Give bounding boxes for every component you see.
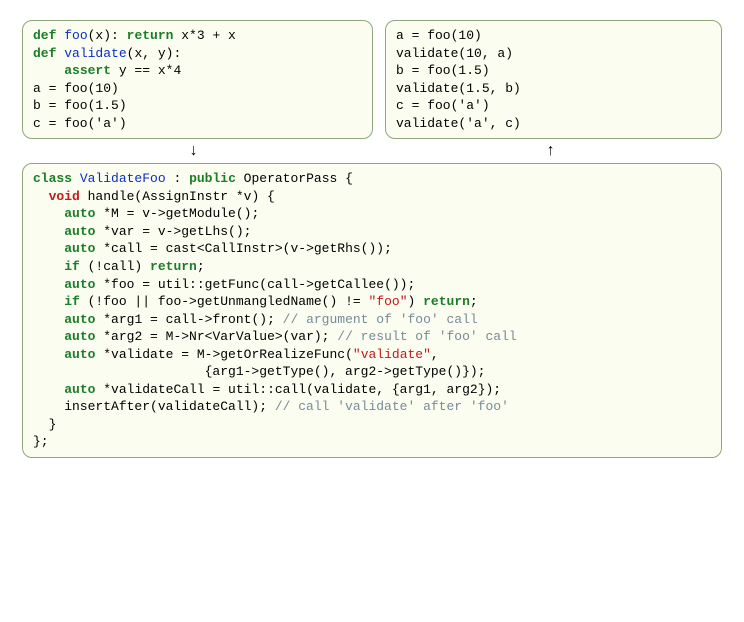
kw-auto-7: auto: [64, 277, 95, 292]
l2-rest: handle(AssignInstr *v) {: [80, 189, 275, 204]
right-l4: validate(1.5, b): [396, 81, 521, 96]
kw-assert: assert: [64, 63, 111, 78]
source-after-box: a = foo(10) validate(10, a) b = foo(1.5)…: [385, 20, 722, 139]
kw-if-6: if: [64, 259, 80, 274]
right-l1: a = foo(10): [396, 28, 482, 43]
fn-foo: foo: [64, 28, 87, 43]
kw-def-1: def: [33, 28, 56, 43]
str-validate: "validate": [353, 347, 431, 362]
kw-auto-10: auto: [64, 329, 95, 344]
kw-if-8: if: [64, 294, 80, 309]
arrow-up-icon: ↑: [379, 143, 722, 159]
l6-semi: ;: [197, 259, 205, 274]
kw-return-6: return: [150, 259, 197, 274]
kw-auto-3: auto: [64, 206, 95, 221]
l3-rest: *M = v->getModule();: [95, 206, 259, 221]
l14-head: insertAfter(validateCall);: [33, 399, 275, 414]
left-l5: b = foo(1.5): [33, 98, 127, 113]
arrow-row: ↓ ↑: [22, 143, 722, 159]
l13-rest: *validateCall = util::call(validate, {ar…: [95, 382, 501, 397]
source-before-box: def foo(x): return x*3 + x def validate(…: [22, 20, 373, 139]
kw-auto-4: auto: [64, 224, 95, 239]
l9-rest: *arg1 = call->front();: [95, 312, 282, 327]
kw-auto-11: auto: [64, 347, 95, 362]
arrow-down-icon: ↓: [22, 143, 365, 159]
l11-rest: *validate = M->getOrRealizeFunc(: [95, 347, 352, 362]
l15: }: [33, 417, 56, 432]
colon: :: [166, 171, 189, 186]
kw-void: void: [49, 189, 80, 204]
l12: {arg1->getType(), arg2->getType()});: [33, 364, 485, 379]
l8-paren: ): [408, 294, 424, 309]
kw-auto-5: auto: [64, 241, 95, 256]
cm-14: // call 'validate' after 'foo': [275, 399, 509, 414]
l4-rest: *var = v->getLhs();: [95, 224, 251, 239]
left-l4: a = foo(10): [33, 81, 119, 96]
l6-mid: (!call): [80, 259, 150, 274]
right-l3: b = foo(1.5): [396, 63, 490, 78]
l10-rest: *arg2 = M->Nr<VarValue>(var);: [95, 329, 337, 344]
top-row: def foo(x): return x*3 + x def validate(…: [22, 20, 722, 139]
left-l6: c = foo('a'): [33, 116, 127, 131]
expr-foo: x*3 + x: [173, 28, 235, 43]
pass-code-box: class ValidateFoo : public OperatorPass …: [22, 163, 722, 458]
right-l2: validate(10, a): [396, 46, 513, 61]
sig-foo: (x):: [88, 28, 127, 43]
kw-auto-13: auto: [64, 382, 95, 397]
kw-return-1: return: [127, 28, 174, 43]
l16: };: [33, 434, 49, 449]
l8-mid: (!foo || foo->getUnmangledName() !=: [80, 294, 369, 309]
kw-return-8: return: [423, 294, 470, 309]
sig-validate: (x, y):: [127, 46, 182, 61]
assert-expr: y == x*4: [111, 63, 181, 78]
kw-public: public: [189, 171, 236, 186]
l5-rest: *call = cast<CallInstr>(v->getRhs());: [95, 241, 391, 256]
right-l5: c = foo('a'): [396, 98, 490, 113]
l1-rest: OperatorPass {: [236, 171, 353, 186]
right-l6: validate('a', c): [396, 116, 521, 131]
fn-validate: validate: [64, 46, 126, 61]
cm-9: // argument of 'foo' call: [283, 312, 478, 327]
l8-semi: ;: [470, 294, 478, 309]
kw-auto-9: auto: [64, 312, 95, 327]
class-name: ValidateFoo: [80, 171, 166, 186]
kw-class: class: [33, 171, 72, 186]
str-foo: "foo": [368, 294, 407, 309]
l7-rest: *foo = util::getFunc(call->getCallee());: [95, 277, 415, 292]
cm-10: // result of 'foo' call: [337, 329, 516, 344]
kw-def-2: def: [33, 46, 56, 61]
l11-tail: ,: [431, 347, 439, 362]
